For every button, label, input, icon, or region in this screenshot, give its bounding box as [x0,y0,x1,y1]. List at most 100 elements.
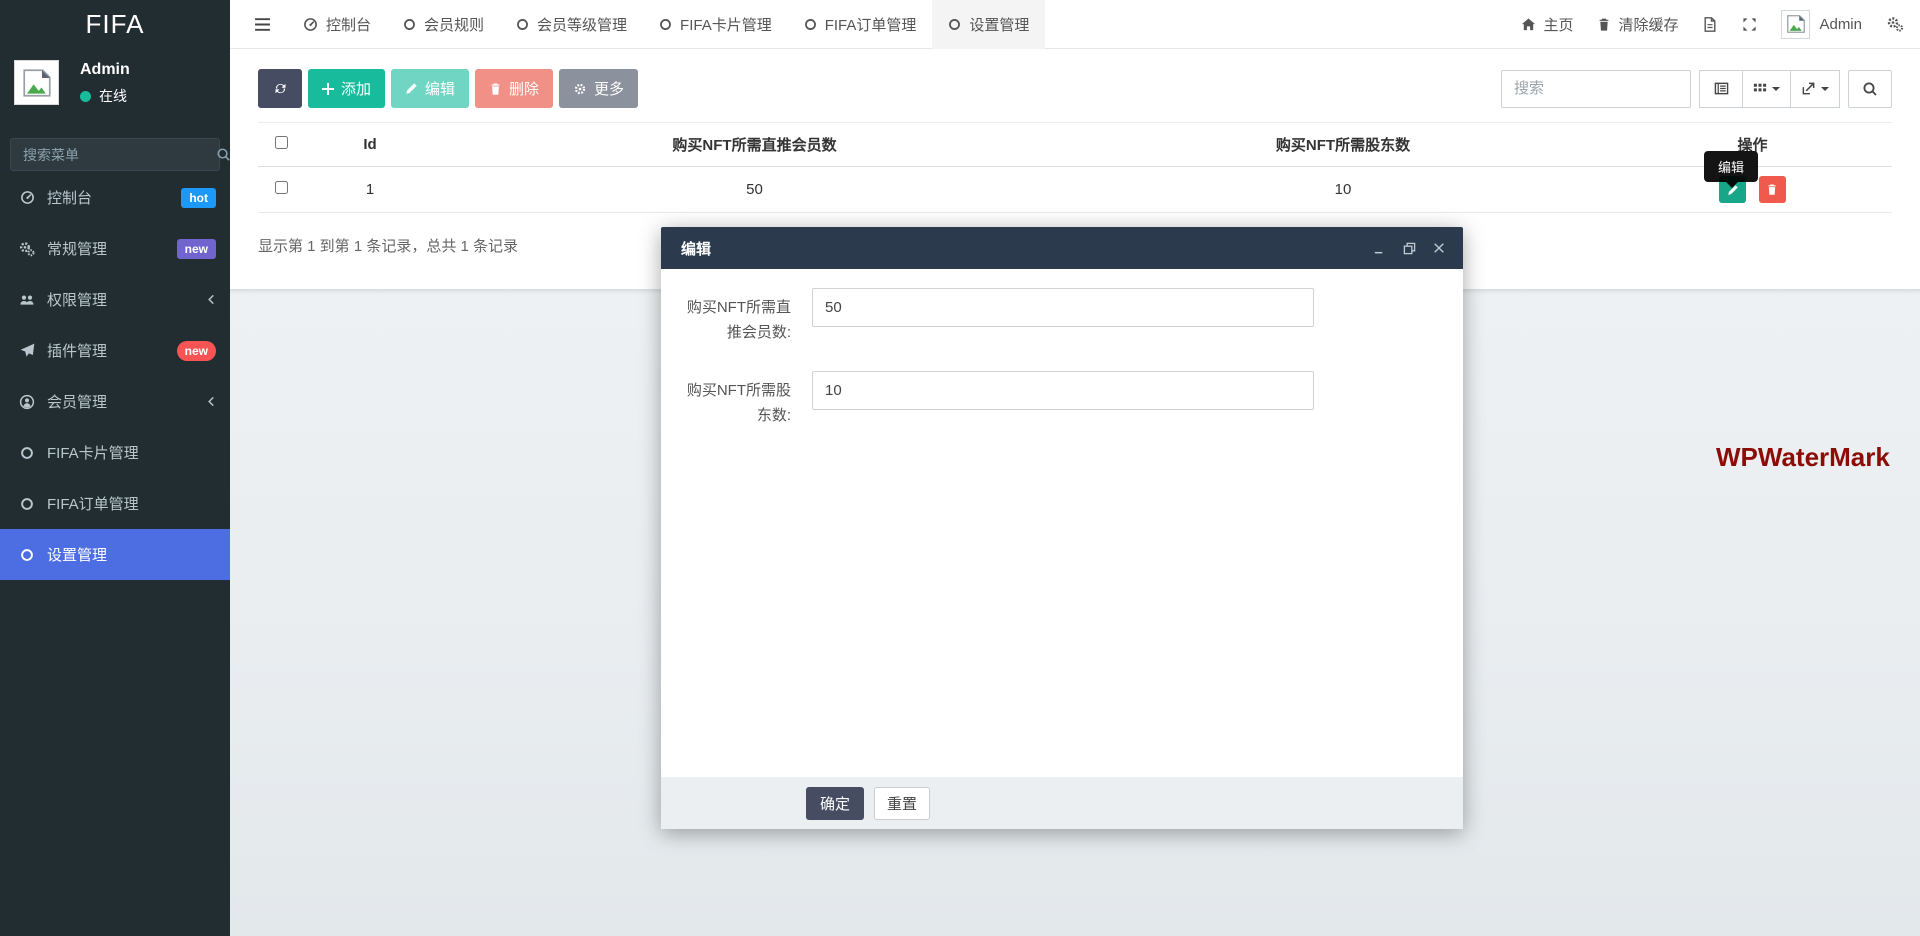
gear-icon [573,82,587,96]
search-button[interactable] [1848,69,1892,108]
delete-button[interactable]: 删除 [475,69,554,108]
direct-members-input[interactable] [812,288,1314,327]
confirm-button[interactable]: 确定 [806,786,865,820]
select-all-checkbox[interactable] [274,136,288,149]
tab-dashboard[interactable]: 控制台 [287,0,387,49]
direct-members-label: 购买NFT所需直推会员数: [686,299,791,341]
tab-label: 会员等级管理 [537,16,628,34]
badge-new: new [176,238,216,259]
home-link[interactable]: 主页 [1521,14,1573,35]
more-label: 更多 [594,81,625,98]
search-icon[interactable] [216,147,231,162]
sidebar-item-label: FIFA订单管理 [47,496,139,513]
rocket-icon [18,343,36,358]
hamburger-icon[interactable] [248,11,277,38]
data-table: Id 购买NFT所需直推会员数 购买NFT所需股东数 操作 1 50 10 [258,122,1892,213]
table-search-input[interactable] [1501,69,1691,108]
sidebar-item-addon[interactable]: 插件管理 new [0,325,230,376]
edit-label: 编辑 [425,81,456,98]
docs-icon[interactable] [1702,16,1718,33]
column-header-direct-members[interactable]: 购买NFT所需直推会员数 [436,122,1073,167]
add-label: 添加 [341,81,372,98]
sidebar-menu: 控制台 hot 常规管理 new 权限管理 插件管理 new 会员管理 FIFA… [0,172,230,580]
sidebar-item-auth[interactable]: 权限管理 [0,274,230,325]
column-header-id[interactable]: Id [304,122,436,167]
sidebar-search-input[interactable] [11,146,216,163]
export-icon [1802,82,1815,95]
broken-image-icon [1787,15,1805,33]
table-controls [1501,69,1892,108]
maximize-button[interactable] [1403,242,1416,255]
edit-dialog: 编辑 购买NFT所需直推会员数: 购买NFT所需股东数: 确定 重置 [661,227,1463,829]
close-icon [1434,243,1444,253]
users-icon [18,292,36,308]
trash-icon [1597,17,1611,32]
shareholders-input[interactable] [812,371,1314,410]
user-menu[interactable]: Admin [1781,9,1862,39]
trash-icon [1768,184,1776,195]
sidebar-item-label: 会员管理 [47,394,108,411]
columns-button[interactable] [1743,69,1791,108]
circle-icon [659,18,672,31]
tab-fifa-card[interactable]: FIFA卡片管理 [643,0,788,49]
minimize-button[interactable] [1373,242,1386,255]
brand-logo: FIFA [85,9,145,39]
sidebar-item-fifa-card[interactable]: FIFA卡片管理 [0,427,230,478]
tab-label: 会员规则 [424,16,485,34]
tab-label: 控制台 [326,16,372,34]
dialog-titlebar[interactable]: 编辑 [661,227,1463,269]
tab-member-rules[interactable]: 会员规则 [387,0,500,49]
toolbar: 添加 编辑 删除 更多 [258,69,1892,108]
badge-new: new [176,340,216,361]
topbar-right: 主页 清除缓存 Admin [1521,9,1920,39]
toggle-view-button[interactable] [1699,69,1743,108]
sidebar-item-label: 控制台 [47,190,93,207]
sidebar-item-settings[interactable]: 设置管理 [0,529,230,580]
caret-down-icon [1821,86,1829,91]
reset-button[interactable]: 重置 [874,786,931,820]
cogs-icon [18,241,36,257]
window-controls [1373,242,1445,255]
trash-icon [489,82,502,96]
tab-member-levels[interactable]: 会员等级管理 [500,0,643,49]
avatar[interactable] [14,60,59,105]
more-button[interactable]: 更多 [559,69,639,108]
row-delete-button[interactable] [1758,175,1786,203]
minimize-icon [1374,251,1383,253]
user-circle-icon [18,394,36,410]
clear-cache-link[interactable]: 清除缓存 [1597,14,1678,35]
list-icon [1714,82,1728,95]
tab-label: FIFA卡片管理 [680,16,772,34]
refresh-button[interactable] [258,69,302,108]
sidebar-item-label: 权限管理 [47,292,108,309]
sidebar-item-member[interactable]: 会员管理 [0,376,230,427]
export-button[interactable] [1791,69,1840,108]
row-checkbox[interactable] [274,181,288,194]
edit-button[interactable]: 编辑 [391,69,470,108]
table-header-row: Id 购买NFT所需直推会员数 购买NFT所需股东数 操作 [258,122,1892,167]
cell-shareholders: 10 [1073,166,1613,213]
gauge-icon [18,190,36,205]
user-panel: Admin 在线 [0,58,230,128]
plus-icon [322,82,334,95]
column-header-shareholders[interactable]: 购买NFT所需股东数 [1073,122,1613,167]
shareholders-label: 购买NFT所需股东数: [686,382,791,424]
table-row: 1 50 10 [258,166,1892,213]
cell-direct-members: 50 [436,166,1073,213]
sidebar-item-general[interactable]: 常规管理 new [0,223,230,274]
sidebar-item-label: FIFA卡片管理 [47,445,139,462]
fullscreen-icon[interactable] [1742,17,1757,32]
clear-cache-label: 清除缓存 [1618,16,1679,34]
gears-icon[interactable] [1886,16,1904,32]
sidebar-item-label: 设置管理 [47,547,108,564]
sidebar-item-dashboard[interactable]: 控制台 hot [0,172,230,223]
close-button[interactable] [1433,242,1445,254]
caret-down-icon [1772,86,1780,91]
tab-settings[interactable]: 设置管理 [932,0,1046,49]
tab-fifa-order[interactable]: FIFA订单管理 [788,0,933,49]
dialog-footer: 确定 重置 [661,777,1463,829]
search-icon [1863,82,1877,96]
circle-icon [804,18,817,31]
sidebar-item-fifa-order[interactable]: FIFA订单管理 [0,478,230,529]
add-button[interactable]: 添加 [308,69,386,108]
